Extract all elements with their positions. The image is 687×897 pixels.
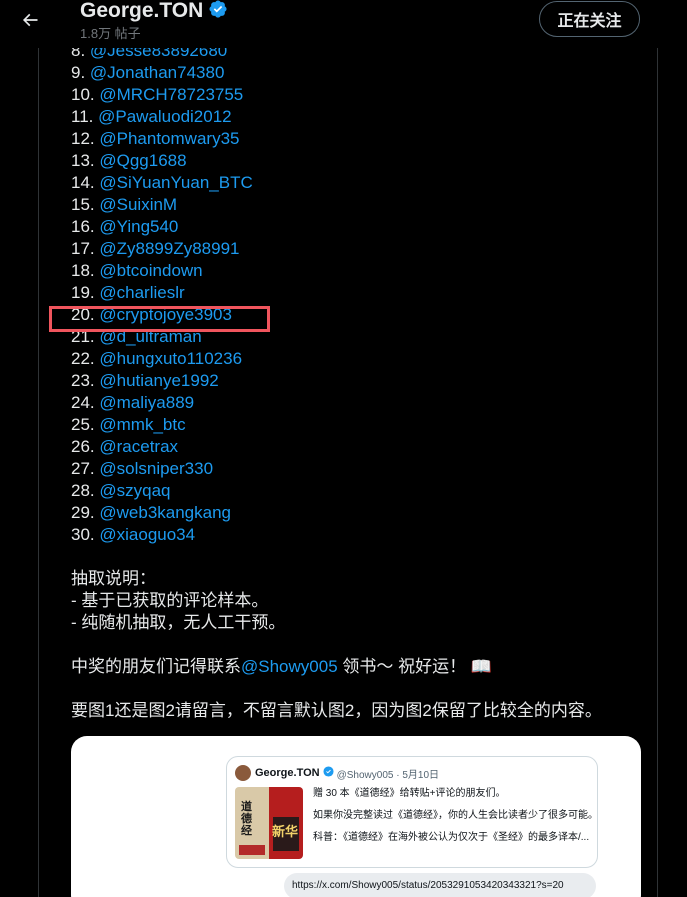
contact-suffix: 领书～ 祝好运！ 📖	[337, 657, 492, 676]
list-item: 16. @Ying540	[71, 216, 651, 238]
avatar	[235, 765, 251, 781]
user-handle-link[interactable]: @hutianye1992	[99, 371, 218, 390]
user-handle-link[interactable]: @MRCH78723755	[99, 85, 243, 104]
list-number: 18.	[71, 261, 95, 280]
list-number: 26.	[71, 437, 95, 456]
url-pill: https://x.com/Showy005/status/2053291053…	[284, 873, 596, 897]
user-handle-link[interactable]: @maliya889	[99, 393, 194, 412]
list-number: 28.	[71, 481, 95, 500]
tweet-page: George.TON 1.8万 帖子 正在关注 8. @Jesse8389268…	[0, 0, 687, 897]
list-number: 24.	[71, 393, 95, 412]
list-number: 27.	[71, 459, 95, 478]
list-item: 26. @racetrax	[71, 436, 651, 458]
list-number: 12.	[71, 129, 95, 148]
list-item: 13. @Qgg1688	[71, 150, 651, 172]
user-handle-link[interactable]: @charlieslr	[99, 283, 184, 302]
contact-line: 中奖的朋友们记得联系@Showy005 领书～ 祝好运！ 📖	[71, 656, 651, 678]
list-number: 10.	[71, 85, 95, 104]
user-handle-link[interactable]: @SiYuanYuan_BTC	[99, 173, 252, 192]
notes-line: - 纯随机抽取，无人工干预。	[71, 613, 286, 632]
list-item: 25. @mmk_btc	[71, 414, 651, 436]
list-number: 11.	[71, 107, 94, 126]
quoted-meta: @Showy005 · 5月10日	[336, 769, 440, 781]
list-item: 10. @MRCH78723755	[71, 84, 651, 106]
list-item: 17. @Zy8899Zy88991	[71, 238, 651, 260]
list-item: 24. @maliya889	[71, 392, 651, 414]
user-handle-link[interactable]: @cryptojoye3903	[99, 305, 232, 324]
list-number: 14.	[71, 173, 95, 192]
list-number: 9.	[71, 63, 86, 82]
mention-link[interactable]: @Showy005	[241, 657, 338, 676]
embedded-image[interactable]: George.TON @Showy005 · 5月10日 道德经 新华 赠 30…	[71, 736, 641, 897]
list-number: 15.	[71, 195, 95, 214]
user-handle-link[interactable]: @Pawaluodi2012	[98, 107, 232, 126]
list-number: 17.	[71, 239, 95, 258]
user-handle-link[interactable]: @szyqaq	[99, 481, 170, 500]
list-item: 20. @cryptojoye3903	[71, 304, 651, 326]
user-handle-link[interactable]: @hungxuto110236	[99, 349, 242, 368]
verified-badge-icon	[323, 766, 334, 780]
list-item: 27. @solsniper330	[71, 458, 651, 480]
column-border-right	[657, 0, 658, 897]
list-number: 13.	[71, 151, 95, 170]
back-arrow-icon[interactable]	[10, 0, 50, 40]
user-handle-link[interactable]: @xiaoguo34	[99, 525, 195, 544]
list-item: 19. @charlieslr	[71, 282, 651, 304]
following-button[interactable]: 正在关注	[539, 1, 640, 37]
list-item: 11. @Pawaluodi2012	[71, 106, 651, 128]
request-line: 要图1还是图2请留言，不留言默认图2，因为图2保留了比较全的内容。	[71, 701, 602, 720]
user-handle-link[interactable]: @Ying540	[99, 217, 178, 236]
draw-notes: 抽取说明： - 基于已获取的评论样本。 - 纯随机抽取，无人工干预。	[71, 568, 651, 634]
list-item: 21. @d_ultraman	[71, 326, 651, 348]
user-handle-link[interactable]: @Jonathan74380	[90, 63, 224, 82]
user-handle-link[interactable]: @SuixinM	[99, 195, 177, 214]
list-number: 23.	[71, 371, 95, 390]
user-handle-link[interactable]: @Zy8899Zy88991	[99, 239, 239, 258]
list-item: 23. @hutianye1992	[71, 370, 651, 392]
contact-prefix: 中奖的朋友们记得联系	[71, 657, 241, 676]
quoted-author-name: George.TON	[255, 767, 320, 779]
user-handle-link[interactable]: @d_ultraman	[99, 327, 201, 346]
list-item: 15. @SuixinM	[71, 194, 651, 216]
user-handle-link[interactable]: @Phantomwary35	[99, 129, 239, 148]
winner-list: 8. @Jesse83892680 9. @Jonathan74380 10. @M…	[71, 40, 651, 546]
list-number: 25.	[71, 415, 95, 434]
quoted-text: 赠 30 本《道德经》给转贴+评论的朋友们。 如果你没完整读过《道德经》，你的人…	[313, 788, 593, 843]
list-item: 28. @szyqaq	[71, 480, 651, 502]
quoted-tweet-card: George.TON @Showy005 · 5月10日 道德经 新华 赠 30…	[226, 756, 598, 868]
list-item: 22. @hungxuto110236	[71, 348, 651, 370]
list-number: 29.	[71, 503, 95, 522]
profile-name: George.TON	[80, 0, 204, 22]
header-title-block: George.TON 1.8万 帖子	[80, 0, 228, 42]
list-item: 30. @xiaoguo34	[71, 524, 651, 546]
list-number: 19.	[71, 283, 95, 302]
user-handle-link[interactable]: @Qgg1688	[99, 151, 186, 170]
user-handle-link[interactable]: @mmk_btc	[99, 415, 185, 434]
book-cover-image: 道德经 新华	[235, 787, 303, 859]
verified-badge-icon	[208, 0, 228, 24]
list-number: 30.	[71, 525, 95, 544]
user-handle-link[interactable]: @btcoindown	[99, 261, 202, 280]
list-number: 21.	[71, 327, 95, 346]
user-handle-link[interactable]: @solsniper330	[99, 459, 213, 478]
notes-heading: 抽取说明：	[71, 569, 156, 588]
list-item: 18. @btcoindown	[71, 260, 651, 282]
list-item: 29. @web3kangkang	[71, 502, 651, 524]
user-handle-link[interactable]: @web3kangkang	[99, 503, 231, 522]
list-item: 12. @Phantomwary35	[71, 128, 651, 150]
profile-header: George.TON 1.8万 帖子 正在关注	[0, 0, 687, 48]
post-count: 1.8万 帖子	[80, 26, 141, 41]
list-number: 20.	[71, 305, 95, 324]
list-number: 16.	[71, 217, 95, 236]
tweet-body: 8. @Jesse83892680 9. @Jonathan74380 10. @M…	[71, 40, 651, 722]
column-border-left	[38, 0, 39, 897]
list-item: 14. @SiYuanYuan_BTC	[71, 172, 651, 194]
user-handle-link[interactable]: @racetrax	[99, 437, 178, 456]
list-number: 22.	[71, 349, 95, 368]
notes-line: - 基于已获取的评论样本。	[71, 591, 269, 610]
list-item: 9. @Jonathan74380	[71, 62, 651, 84]
